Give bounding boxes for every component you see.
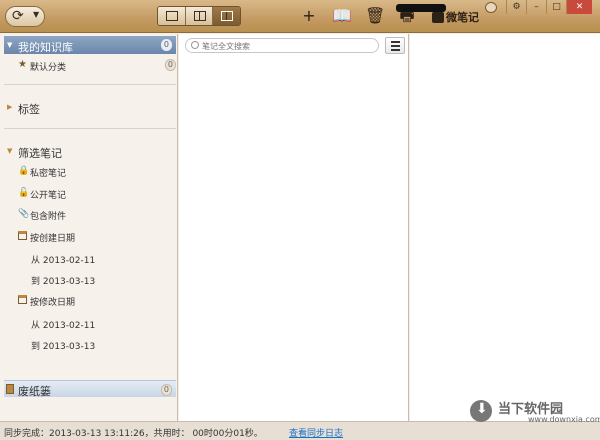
avatar[interactable] bbox=[485, 2, 497, 13]
brand-icon bbox=[432, 11, 444, 23]
window-controls: ⚙ – □ ✕ bbox=[506, 0, 592, 14]
modified-to-date[interactable]: 到 2013-03-13 bbox=[31, 339, 95, 353]
sidebar-item-trash[interactable]: 废纸篓 0 bbox=[4, 380, 176, 398]
list-view-button[interactable] bbox=[385, 37, 405, 54]
list-icon bbox=[391, 49, 400, 51]
sidebar-item-label: 默认分类 bbox=[30, 63, 67, 73]
sync-status-text: 同步完成：2013-03-13 13:11:26，共用时： 00时00分01秒。 bbox=[4, 429, 263, 439]
sync-button[interactable]: ⟳ ▼ bbox=[5, 6, 45, 27]
view-mode-switcher bbox=[157, 6, 241, 26]
note-list-pane bbox=[179, 34, 409, 421]
two-pane-icon bbox=[193, 11, 206, 21]
count-badge: 0 bbox=[164, 59, 176, 71]
sync-icon: ⟳ bbox=[12, 8, 24, 24]
new-note-icon[interactable]: + bbox=[299, 6, 319, 26]
sidebar-item-label: 包含附件 bbox=[30, 212, 67, 222]
view-two-pane-button[interactable] bbox=[185, 7, 214, 25]
close-button[interactable]: ✕ bbox=[566, 0, 592, 14]
sidebar-item-label: 标签 bbox=[18, 103, 40, 116]
sidebar-item-label: 私密笔记 bbox=[30, 169, 67, 179]
sidebar-item-label: 公开笔记 bbox=[30, 191, 67, 201]
view-single-pane-button[interactable] bbox=[158, 7, 186, 25]
note-editor-pane[interactable] bbox=[410, 34, 600, 421]
maximize-button[interactable]: □ bbox=[546, 0, 566, 14]
modified-from-date[interactable]: 从 2013-02-11 bbox=[31, 318, 95, 332]
sidebar-item-knowledge-base[interactable]: ▼ 我的知识库 0 bbox=[4, 36, 176, 54]
sidebar-item-label: 按创建日期 bbox=[30, 234, 76, 244]
star-icon: ★ bbox=[18, 59, 27, 70]
watermark: ⬇ 当下软件园 www.downxia.com bbox=[468, 398, 600, 424]
view-three-pane-button[interactable] bbox=[213, 7, 240, 25]
toolbar: ⟳ ▼ + 📖 🗑 🖶 微笔记 ⚙ – □ ✕ bbox=[0, 0, 600, 33]
lock-icon: 🔒 bbox=[18, 166, 30, 176]
count-badge: 0 bbox=[160, 384, 172, 396]
status-bar: 同步完成：2013-03-13 13:11:26，共用时： 00时00分01秒。… bbox=[0, 421, 600, 440]
search-icon bbox=[191, 41, 199, 49]
chevron-down-icon: ▼ bbox=[33, 10, 40, 19]
paperclip-icon: 📎 bbox=[18, 209, 30, 219]
created-from-date[interactable]: 从 2013-02-11 bbox=[31, 253, 95, 267]
calendar-icon bbox=[18, 295, 27, 304]
download-arrow-icon: ⬇ bbox=[476, 401, 488, 417]
sidebar-item-filter-notes[interactable]: ▼ 筛选笔记 bbox=[4, 142, 176, 160]
unlock-icon: 🔓 bbox=[18, 188, 30, 198]
calendar-icon bbox=[18, 231, 27, 240]
expand-triangle-icon: ▼ bbox=[7, 41, 13, 49]
divider bbox=[4, 84, 176, 85]
list-icon bbox=[391, 41, 400, 43]
sidebar: ▼ 我的知识库 0 ★ 默认分类 0 ▶ 标签 ▼ 筛选笔记 🔒 私密笔记 🔓 … bbox=[0, 34, 178, 421]
redacted-username bbox=[396, 4, 446, 12]
notebook-icon[interactable]: 📖 bbox=[332, 6, 352, 26]
brand-text: 微笔记 bbox=[446, 11, 479, 24]
settings-icon[interactable]: ⚙ bbox=[506, 0, 526, 14]
watermark-url: www.downxia.com bbox=[528, 415, 600, 424]
single-pane-icon bbox=[166, 11, 178, 21]
brand-logo: 微笔记 bbox=[396, 4, 479, 26]
three-pane-icon bbox=[221, 11, 234, 21]
search-input[interactable] bbox=[202, 40, 372, 52]
sync-log-link[interactable]: 查看同步日志 bbox=[289, 426, 343, 439]
search-box bbox=[185, 38, 379, 53]
sidebar-item-tags[interactable]: ▶ 标签 bbox=[4, 98, 176, 116]
expand-triangle-icon: ▼ bbox=[7, 147, 13, 155]
sidebar-item-label: 筛选笔记 bbox=[18, 147, 62, 160]
sidebar-item-label: 按修改日期 bbox=[30, 298, 76, 308]
list-icon bbox=[391, 45, 400, 47]
divider bbox=[4, 128, 176, 129]
count-badge: 0 bbox=[160, 39, 172, 51]
created-to-date[interactable]: 到 2013-03-13 bbox=[31, 274, 95, 288]
sidebar-item-default-category[interactable]: ★ 默认分类 0 bbox=[18, 58, 176, 74]
sidebar-item-label: 我的知识库 bbox=[18, 41, 73, 54]
trash-icon[interactable]: 🗑 bbox=[365, 6, 385, 26]
trash-icon bbox=[6, 384, 14, 394]
sidebar-item-label: 废纸篓 bbox=[18, 385, 51, 398]
minimize-button[interactable]: – bbox=[526, 0, 546, 14]
expand-triangle-icon: ▶ bbox=[7, 103, 13, 111]
